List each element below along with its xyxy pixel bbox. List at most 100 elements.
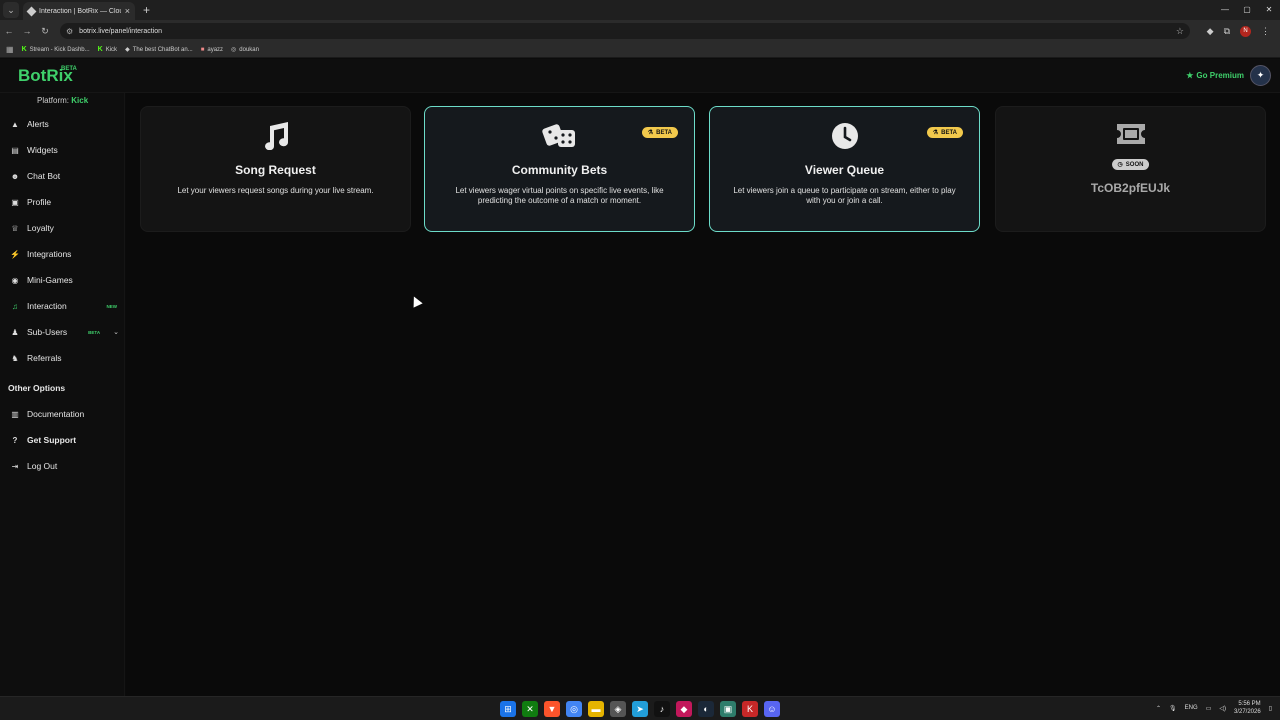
- profile-avatar[interactable]: N: [1240, 25, 1251, 37]
- network-icon[interactable]: ▭: [1206, 705, 1212, 712]
- go-premium-button[interactable]: ★ Go Premium: [1186, 71, 1244, 80]
- site-icon: ◎: [231, 47, 237, 53]
- sidebar-item-integrations[interactable]: ⚡ Integrations: [0, 244, 125, 264]
- beta-badge: ⚗ BETA: [926, 127, 963, 138]
- beta-badge: BETA: [88, 329, 101, 335]
- bookmark-item[interactable]: ◎ doukan: [231, 46, 259, 54]
- sidebar-item-referrals[interactable]: ♞ Referrals: [0, 348, 125, 368]
- main-content: Song Request Let your viewers request so…: [126, 93, 1280, 696]
- apps-grid-icon[interactable]: ▦: [6, 45, 14, 54]
- xbox-icon[interactable]: ✕: [522, 701, 538, 717]
- widgets-icon: ▤: [11, 145, 19, 155]
- extensions-puzzle-icon[interactable]: ⧉: [1224, 26, 1230, 37]
- plug-icon: ⚡: [10, 249, 20, 259]
- sidebar-item-profile[interactable]: ▣ Profile: [0, 192, 125, 212]
- volume-icon[interactable]: ◁): [1219, 705, 1226, 712]
- close-window-button[interactable]: ✕: [1258, 0, 1280, 20]
- site-info-icon[interactable]: ⚙: [66, 27, 73, 36]
- kick-icon: K: [21, 46, 27, 53]
- language-indicator[interactable]: ENG: [1185, 705, 1198, 711]
- card-title: Song Request: [235, 163, 316, 177]
- users-icon: ♟: [11, 327, 19, 337]
- chrome-icon[interactable]: ◎: [566, 701, 582, 717]
- other-options-title: Other Options: [8, 383, 66, 393]
- sidebar-item-get-support[interactable]: ? Get Support: [0, 430, 125, 450]
- soon-badge: ◷ SOON: [1111, 159, 1150, 170]
- sidebar-item-log-out[interactable]: ⇥ Log Out: [0, 456, 125, 476]
- botrix-icon: ◆: [125, 47, 130, 53]
- extensions-area: ◆ ⧉ N ⋮: [1207, 23, 1270, 39]
- browser-toolbar: ← → ↻ ⚙ botrix.live/panel/interaction ☆ …: [0, 20, 1280, 42]
- logout-icon: ⇥: [11, 461, 19, 471]
- browser-tabbar: ⌄ Interaction | BotRix — Cloud St × + — …: [0, 0, 1280, 20]
- bookmark-item[interactable]: K Stream - Kick Dashb...: [22, 46, 90, 53]
- bookmark-item[interactable]: K Kick: [98, 46, 117, 53]
- sidebar-item-documentation[interactable]: ▥ Documentation: [0, 404, 125, 424]
- card-title: Community Bets: [511, 163, 608, 177]
- site-favicon-icon: [26, 6, 37, 16]
- card-title: TcOB2pfEUJk: [1090, 181, 1171, 195]
- app-icon[interactable]: ◆: [676, 701, 692, 717]
- chevron-down-icon[interactable]: ⌄: [113, 328, 119, 336]
- flask-icon: ⚗: [932, 130, 939, 136]
- sidebar-item-mini-games[interactable]: ◉ Mini-Games: [0, 270, 125, 290]
- telegram-icon[interactable]: ➤: [632, 701, 648, 717]
- tab-list-button[interactable]: ⌄: [3, 2, 19, 18]
- profile-icon: ▣: [11, 197, 19, 207]
- sidebar-item-interaction[interactable]: ♫ Interaction NEW: [0, 296, 125, 316]
- platform-label: Platform: Kick: [37, 96, 89, 105]
- card-description: Let your viewers request songs during yo…: [177, 186, 374, 195]
- sidebar-item-loyalty[interactable]: ♕ Loyalty: [0, 218, 125, 238]
- address-bar[interactable]: ⚙ botrix.live/panel/interaction ☆: [60, 23, 1190, 39]
- bookmark-star-icon[interactable]: ☆: [1176, 26, 1184, 37]
- bot-icon: ☻: [10, 171, 20, 181]
- back-icon[interactable]: ←: [0, 26, 18, 36]
- close-tab-icon[interactable]: ×: [125, 6, 130, 16]
- microphone-icon[interactable]: 🎙: [1169, 705, 1177, 712]
- notifications-icon[interactable]: ▯: [1269, 705, 1272, 712]
- card-community-bets[interactable]: ⚗ BETA Community Bets Let viewers wager v…: [424, 106, 695, 232]
- brave-icon[interactable]: ▼: [544, 701, 560, 717]
- sidebar-item-widgets[interactable]: ▤ Widgets: [0, 140, 125, 160]
- tiktok-icon[interactable]: ♪: [654, 701, 670, 717]
- card-viewer-queue[interactable]: ⚗ BETA Viewer Queue Let viewers join a qu…: [709, 106, 980, 232]
- app-header: BotRix BETA ★ Go Premium ✦: [0, 59, 1280, 93]
- sidebar-item-alerts[interactable]: ▲ Alerts: [0, 114, 125, 134]
- card-song-request[interactable]: Song Request Let your viewers request so…: [140, 106, 411, 232]
- music-note-icon: ♫: [12, 301, 18, 311]
- steam-icon[interactable]: ◐: [698, 701, 714, 717]
- clock-icon: ◷: [1117, 162, 1123, 168]
- app-icon[interactable]: ▣: [720, 701, 736, 717]
- beta-badge: ⚗ BETA: [641, 127, 678, 138]
- windows-start-icon[interactable]: ⊞: [500, 701, 516, 717]
- app-icon[interactable]: ◈: [610, 701, 626, 717]
- star-icon: ★: [1186, 71, 1194, 80]
- browser-tab[interactable]: Interaction | BotRix — Cloud St ×: [23, 2, 135, 20]
- bookmark-item[interactable]: ■ ayazz: [201, 47, 223, 53]
- alert-icon: ▲: [11, 119, 19, 129]
- minimize-button[interactable]: —: [1214, 0, 1236, 20]
- sidebar-item-sub-users[interactable]: ♟ Sub-Users BETA ⌄: [0, 322, 125, 342]
- forward-icon[interactable]: →: [18, 26, 36, 36]
- clock[interactable]: 5:56 PM 3/27/2026: [1234, 700, 1261, 716]
- user-avatar[interactable]: ✦: [1250, 65, 1271, 86]
- gamepad-icon: ◉: [11, 275, 19, 285]
- card-description: Let viewers join a queue to participate …: [733, 186, 956, 205]
- app-icon[interactable]: K: [742, 701, 758, 717]
- maximize-button[interactable]: ▢: [1236, 0, 1258, 20]
- book-icon: ▥: [11, 409, 19, 419]
- extension-icon[interactable]: ◆: [1207, 26, 1214, 37]
- chevron-up-icon[interactable]: ⌃: [1156, 705, 1161, 712]
- help-icon: ?: [12, 435, 18, 445]
- menu-kebab-icon[interactable]: ⋮: [1261, 26, 1270, 37]
- bookmark-item[interactable]: ◆ The best ChatBot an...: [125, 46, 193, 54]
- music-note-icon: [141, 122, 410, 150]
- card-title: Viewer Queue: [804, 163, 885, 177]
- os-taskbar: ⊞ ✕ ▼ ◎ ▬ ◈ ➤ ♪ ◆ ◐ ▣ K ☺ ⌃ 🎙 ENG ▭ ◁) 5…: [0, 696, 1280, 720]
- sidebar-item-chat-bot[interactable]: ☻ Chat Bot: [0, 166, 125, 186]
- reload-icon[interactable]: ↻: [36, 26, 54, 37]
- referrals-icon: ♞: [11, 353, 19, 363]
- file-explorer-icon[interactable]: ▬: [588, 701, 604, 717]
- discord-icon[interactable]: ☺: [764, 701, 780, 717]
- new-tab-button[interactable]: +: [143, 3, 150, 17]
